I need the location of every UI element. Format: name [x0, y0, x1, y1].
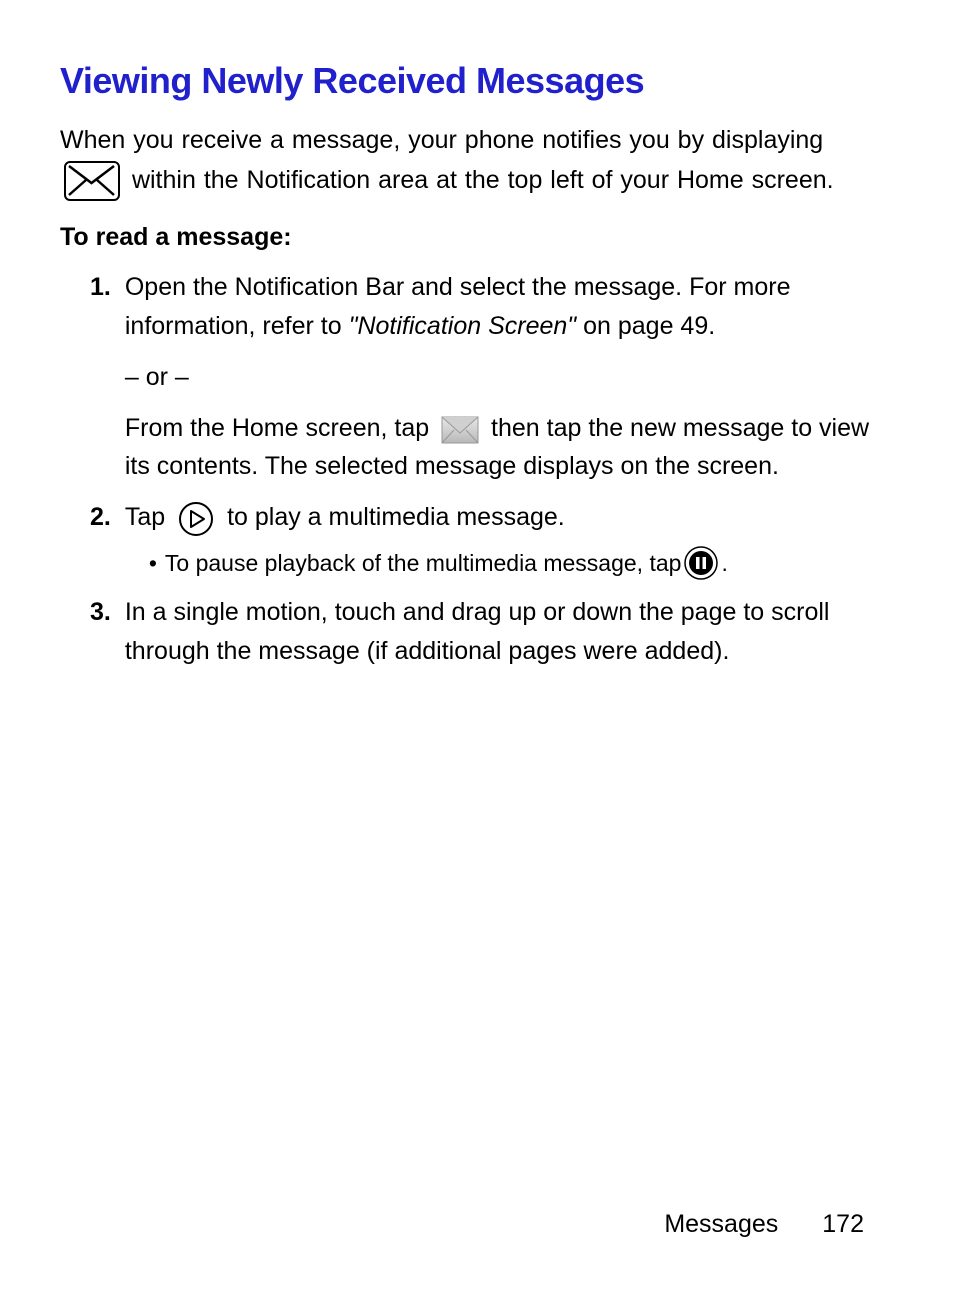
step-1-alt: From the Home screen, tap then tap the n…: [125, 409, 884, 487]
step-3: 3. In a single motion, touch and drag up…: [60, 593, 894, 671]
page-footer: Messages 172: [664, 1210, 864, 1239]
step-2: 2. Tap to play a multimedia message. • T…: [60, 498, 894, 581]
envelope-outline-icon: [64, 161, 120, 201]
step-1-ref-suffix: on page 49.: [583, 312, 715, 340]
or-separator: – or –: [125, 358, 884, 397]
step-2-text-a: Tap: [125, 503, 172, 531]
step-content: Open the Notification Bar and select the…: [125, 268, 894, 486]
step-2-text-b: to play a multimedia message.: [227, 503, 565, 531]
step-3-text: In a single motion, touch and drag up or…: [125, 598, 830, 665]
step-content: Tap to play a multimedia message. • To p…: [125, 498, 894, 581]
pause-circle-icon: [683, 545, 719, 581]
page-title: Viewing Newly Received Messages: [60, 60, 894, 102]
footer-page-number: 172: [822, 1210, 864, 1239]
step-number: 3.: [60, 593, 125, 671]
cross-reference: "Notification Screen": [349, 312, 584, 340]
step-content: In a single motion, touch and drag up or…: [125, 593, 894, 671]
intro-text-2: within the Notification area at the top …: [132, 166, 834, 194]
step-1: 1. Open the Notification Bar and select …: [60, 268, 894, 486]
bullet-dot: •: [149, 546, 157, 581]
step-number: 2.: [60, 498, 125, 581]
bullet-item: • To pause playback of the multimedia me…: [149, 545, 884, 581]
intro-text-1: When you receive a message, your phone n…: [60, 126, 823, 154]
bullet-text-b: .: [721, 546, 727, 581]
intro-paragraph: When you receive a message, your phone n…: [60, 120, 894, 201]
mail-gray-icon: [440, 413, 480, 445]
step-1-text-2a: From the Home screen, tap: [125, 414, 436, 442]
footer-section: Messages: [664, 1210, 778, 1239]
subheading: To read a message:: [60, 223, 894, 252]
play-circle-icon: [178, 501, 214, 537]
bullet-text-a: To pause playback of the multimedia mess…: [165, 546, 682, 581]
step-number: 1.: [60, 268, 125, 486]
